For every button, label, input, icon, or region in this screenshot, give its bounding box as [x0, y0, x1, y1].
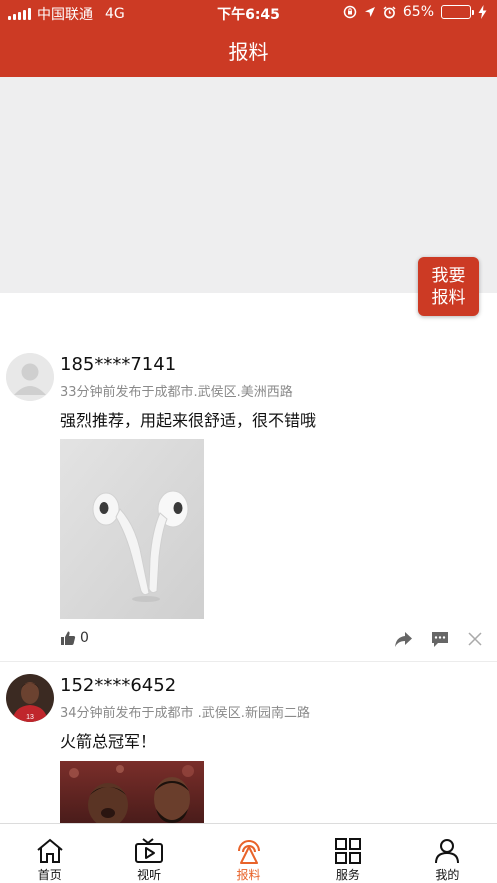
- tab-label: 视听: [137, 868, 162, 882]
- share-icon[interactable]: [394, 631, 413, 648]
- close-icon[interactable]: [468, 632, 482, 646]
- status-bar: 中国联通 4G 下午6:45 65%: [0, 0, 497, 26]
- rotation-lock-icon: [343, 5, 357, 19]
- comment-icon[interactable]: [431, 631, 449, 648]
- submit-report-button[interactable]: 我要 报料: [418, 257, 479, 316]
- page-title: 报料: [228, 40, 269, 64]
- tab-media[interactable]: 视听: [99, 824, 198, 883]
- tab-home[interactable]: 首页: [0, 824, 99, 883]
- bottom-tab-bar: 首页 视听 报料 服务 我的: [0, 823, 497, 883]
- tab-services[interactable]: 服务: [298, 824, 397, 883]
- post-meta: 34分钟前发布于成都市 .武侯区.新园南二路: [60, 706, 310, 721]
- like-count: 0: [80, 630, 89, 646]
- home-icon: [37, 838, 63, 863]
- post-actions: 0: [0, 625, 497, 655]
- post-photo[interactable]: [60, 761, 204, 823]
- thumbs-up-icon: [61, 631, 76, 645]
- user-profile-icon: [435, 839, 460, 864]
- battery-percent: 65%: [402, 4, 434, 20]
- charging-bolt-icon: [478, 5, 487, 19]
- post-content: 强烈推荐，用起来很舒适，很不错哦: [60, 411, 317, 430]
- status-right: 65%: [343, 4, 487, 20]
- avatar[interactable]: 13: [6, 674, 54, 722]
- post-meta: 33分钟前发布于成都市.武侯区.美洲西路: [60, 385, 293, 400]
- alarm-icon: [383, 5, 396, 18]
- post-username: 152****6452: [60, 675, 177, 696]
- basketball-players-photo: [60, 761, 204, 823]
- tab-label: 首页: [37, 868, 62, 882]
- feed-post[interactable]: 13 152****6452 34分钟前发布于成都市 .武侯区.新园南二路 火箭…: [0, 671, 497, 823]
- top-bar: 中国联通 4G 下午6:45 65% 报料: [0, 0, 497, 77]
- like-button[interactable]: 0: [60, 630, 89, 646]
- tab-label: 服务: [335, 868, 360, 882]
- grid-services-icon: [334, 838, 361, 864]
- report-broadcast-icon: [237, 840, 260, 864]
- tv-play-icon: [135, 838, 164, 863]
- default-avatar-icon: [6, 353, 54, 401]
- tab-label: 我的: [435, 868, 460, 882]
- feed-post[interactable]: 185****7141 33分钟前发布于成都市.武侯区.美洲西路 强烈推荐，用起…: [0, 350, 497, 660]
- tab-label: 报料: [236, 868, 261, 882]
- player-avatar-image: 13: [6, 674, 54, 722]
- tab-profile[interactable]: 我的: [398, 824, 497, 883]
- submit-report-label-line1: 我要: [431, 265, 466, 286]
- post-username: 185****7141: [60, 354, 177, 375]
- earbuds-photo: [60, 439, 204, 619]
- post-content: 火箭总冠军！: [60, 732, 157, 751]
- submit-report-label-line2: 报料: [431, 287, 466, 308]
- svg-text:13: 13: [26, 714, 34, 721]
- tab-report[interactable]: 报料: [199, 824, 298, 883]
- battery-icon: [441, 5, 474, 19]
- avatar[interactable]: [6, 353, 54, 401]
- location-arrow-icon: [364, 7, 375, 17]
- post-divider: [0, 661, 497, 662]
- post-photo[interactable]: [60, 439, 204, 619]
